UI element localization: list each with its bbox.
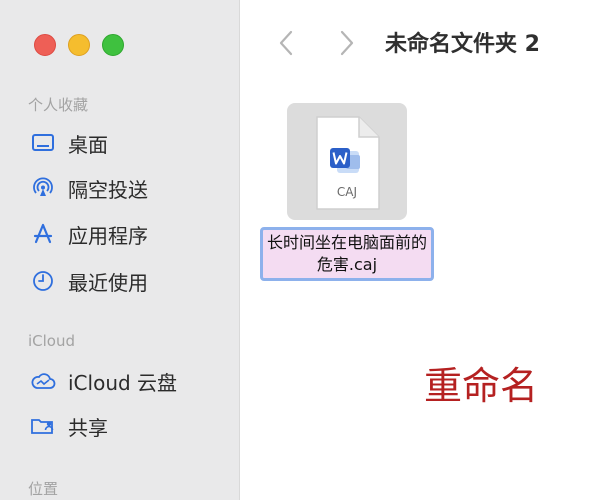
shared-folder-icon (30, 413, 56, 439)
file-item[interactable]: CAJ (287, 103, 407, 220)
sidebar-item-airdrop[interactable]: 隔空投送 (30, 173, 148, 203)
desktop-icon (30, 130, 56, 156)
filename-text[interactable]: 长时间坐在电脑面前的危害.caj (263, 232, 431, 276)
chevron-right-icon (340, 30, 354, 60)
main-pane: 未命名文件夹 2 CAJ 长时间坐在电脑面前的危害.caj 重命名 (240, 0, 611, 500)
icloud-icon (30, 368, 56, 394)
back-button[interactable] (275, 28, 297, 62)
window-controls (34, 34, 124, 56)
finder-window: 个人收藏 桌面 隔空投送 应用程序 最近使用 iCloud iCloud 云盘 … (0, 0, 611, 500)
zoom-button[interactable] (102, 34, 124, 56)
clock-icon (30, 268, 56, 294)
minimize-button[interactable] (68, 34, 90, 56)
sidebar-section-icloud: iCloud (28, 332, 76, 350)
sidebar-item-icloud-drive[interactable]: iCloud 云盘 (30, 366, 177, 396)
sidebar-section-locations: 位置 (28, 480, 59, 498)
folder-title: 未命名文件夹 2 (385, 32, 540, 57)
sidebar-item-label: 应用程序 (68, 223, 148, 248)
sidebar-item-label: 桌面 (68, 132, 108, 157)
sidebar-item-label: 最近使用 (68, 270, 148, 295)
sidebar-item-label: iCloud 云盘 (68, 370, 178, 395)
applications-icon (30, 221, 56, 247)
sidebar-item-shared[interactable]: 共享 (30, 411, 108, 441)
file-type-label: CAJ (336, 185, 358, 199)
sidebar-item-label: 隔空投送 (68, 177, 148, 202)
airdrop-icon (30, 175, 56, 201)
sidebar-item-desktop[interactable]: 桌面 (30, 128, 108, 158)
sidebar-item-applications[interactable]: 应用程序 (30, 219, 148, 249)
sidebar-item-recents[interactable]: 最近使用 (30, 266, 148, 296)
chevron-left-icon (279, 30, 293, 60)
sidebar: 个人收藏 桌面 隔空投送 应用程序 最近使用 iCloud iCloud 云盘 … (0, 0, 240, 500)
sidebar-section-favorites: 个人收藏 (28, 96, 89, 114)
filename-rename-field[interactable]: 长时间坐在电脑面前的危害.caj (260, 227, 434, 281)
annotation-rename: 重命名 (424, 364, 539, 408)
close-button[interactable] (34, 34, 56, 56)
forward-button[interactable] (336, 28, 358, 62)
sidebar-item-label: 共享 (68, 415, 108, 440)
